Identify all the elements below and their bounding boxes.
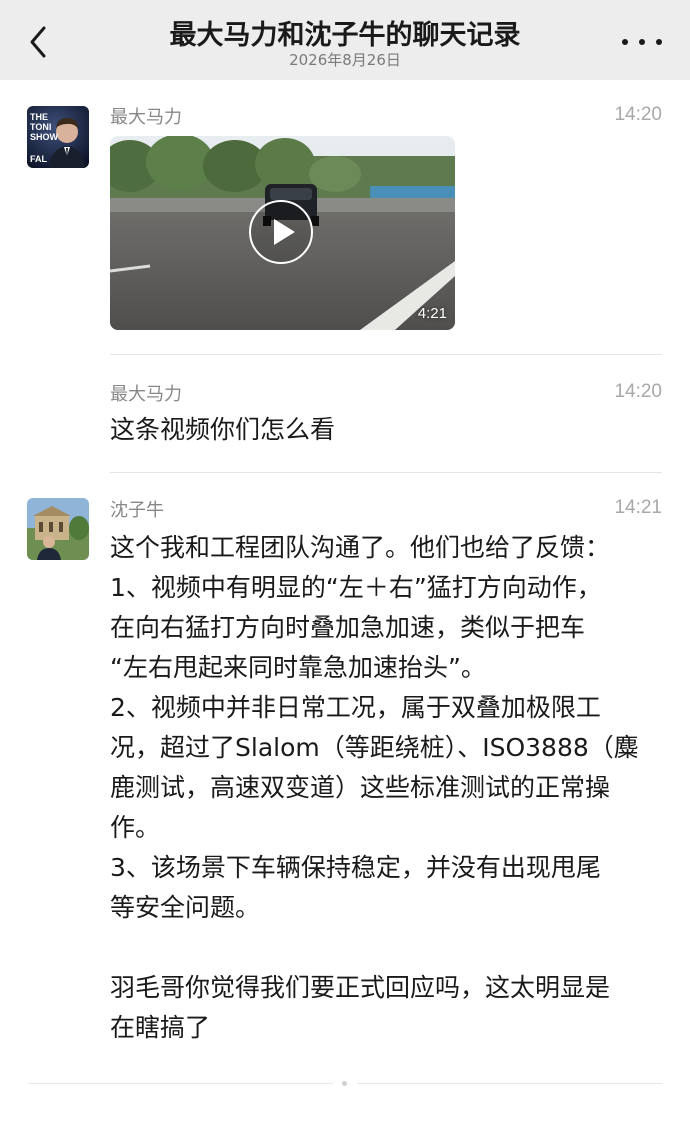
bottom-divider: [28, 1083, 333, 1084]
video-message[interactable]: 4:21: [110, 136, 455, 330]
message-time: 14:20: [614, 104, 662, 125]
bottom-divider-dot: [342, 1081, 347, 1086]
message-text: 这个我和工程团队沟通了。他们也给了反馈： 1、视频中有明显的“左＋右”猛打方向动…: [110, 533, 639, 1042]
chat-header: 最大马力和沈子牛的聊天记录 2026年8月26日: [0, 0, 690, 80]
ellipsis-icon: [622, 39, 628, 45]
sender-name: 沈子牛: [110, 500, 164, 521]
more-button[interactable]: [622, 30, 662, 54]
avatar-logo-text: THE: [30, 112, 48, 122]
message-time: 14:21: [614, 497, 662, 518]
sender-name: 最大马力: [110, 107, 182, 128]
message-time: 14:20: [614, 381, 662, 402]
message-text: 这条视频你们怎么看: [110, 415, 336, 444]
chat-title: 最大马力和沈子牛的聊天记录: [169, 20, 521, 51]
avatar[interactable]: [27, 498, 89, 560]
message-divider: [110, 472, 662, 473]
sender-name: 最大马力: [110, 384, 182, 405]
play-icon[interactable]: [249, 200, 313, 264]
video-duration: 4:21: [417, 305, 447, 322]
chat-date: 2026年8月26日: [289, 51, 401, 69]
message-divider: [110, 354, 662, 355]
avatar[interactable]: THE TONI SHOW FAL: [27, 106, 89, 168]
